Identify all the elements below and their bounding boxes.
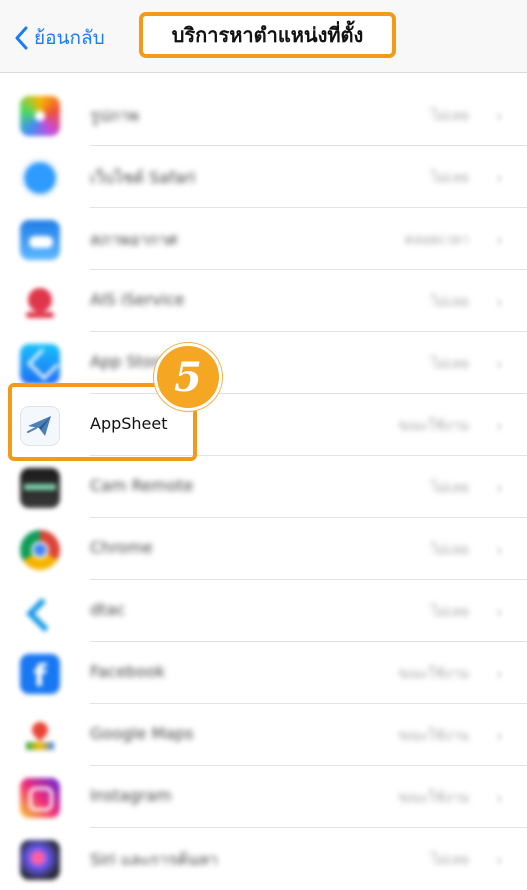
chevron-right-icon: › [495,602,503,623]
location-status: ไม่เลย [431,542,469,558]
chevron-right-icon: › [495,664,503,685]
chrome-icon [20,530,60,570]
google-maps-icon [20,716,60,756]
chevron-right-icon: › [495,850,503,871]
list-item[interactable]: Google Maps ขณะใช้งาน › [0,704,527,766]
chevron-right-icon: › [495,478,503,499]
app-name: Facebook [90,662,166,681]
chevron-right-icon: › [495,540,503,561]
step-number-badge: 5 [154,343,222,411]
siri-icon [20,840,60,880]
list-item[interactable]: f Facebook ขณะใช้งาน › [0,642,527,704]
instagram-icon [20,778,60,818]
cam-remote-icon [20,468,60,508]
app-name: เว็บไซต์ Safari [90,168,196,187]
location-status: ขณะใช้งาน [398,666,469,682]
list-item[interactable]: รูปภาพ ไม่เลย › [0,84,527,146]
app-name: สภาพอากาศ [90,230,178,249]
chevron-right-icon: › [495,230,503,251]
location-status: ไม่เลย [431,604,469,620]
app-name: AIS iService [90,290,185,309]
page-title-text: บริการหาตำแหน่งที่ตั้ง [171,23,364,47]
location-status: ไม่เลย [431,852,469,868]
chevron-left-icon [15,26,28,50]
location-status: ไม่เลย [431,356,469,372]
location-status: ไม่เลย [431,294,469,310]
location-status: ตลอดเวลา [404,232,469,248]
chevron-right-icon: › [495,168,503,189]
list-item[interactable]: dtac ไม่เลย › [0,580,527,642]
app-name: dtac [90,600,126,619]
location-status: ขณะใช้งาน [398,418,469,434]
list-item[interactable]: Cam Remote ไม่เลย › [0,456,527,518]
chevron-right-icon: › [495,292,503,313]
safari-icon [20,158,60,198]
app-name: Instagram [90,786,172,805]
page-title: บริการหาตำแหน่งที่ตั้ง [139,12,396,58]
navigation-bar: ย้อนกลับ บริการหาตำแหน่งที่ตั้ง [0,0,527,73]
location-status: ขณะใช้งาน [398,790,469,806]
chevron-right-icon: › [495,354,503,375]
list-item[interactable]: สภาพอากาศ ตลอดเวลา › [0,208,527,270]
list-item[interactable]: AIS iService ไม่เลย › [0,270,527,332]
back-button[interactable]: ย้อนกลับ [14,18,105,58]
app-store-icon [20,344,60,384]
app-name: Cam Remote [90,476,194,495]
location-status: ไม่เลย [431,170,469,186]
photos-icon [20,96,60,136]
list-item[interactable]: Instagram ขณะใช้งาน › [0,766,527,828]
location-status: ไม่เลย [431,480,469,496]
app-name: รูปภาพ [90,106,139,125]
chevron-right-icon: › [495,726,503,747]
step-number: 5 [174,353,202,401]
ais-service-icon [20,282,60,322]
back-label: ย้อนกลับ [34,27,105,49]
facebook-icon: f [20,654,60,694]
app-name: Google Maps [90,724,194,743]
chevron-right-icon: › [495,788,503,809]
app-name: Siri และการค้นหา [90,850,218,869]
list-item[interactable]: Siri และการค้นหา ไม่เลย › [0,828,527,890]
chevron-right-icon: › [495,106,503,127]
location-status: ไม่เลย [431,108,469,124]
app-name: Chrome [90,538,153,557]
dtac-icon [20,592,60,632]
chevron-right-icon: › [495,416,503,437]
weather-icon [20,220,60,260]
location-status: ขณะใช้งาน [398,728,469,744]
list-item[interactable]: Chrome ไม่เลย › [0,518,527,580]
list-item[interactable]: เว็บไซต์ Safari ไม่เลย › [0,146,527,208]
